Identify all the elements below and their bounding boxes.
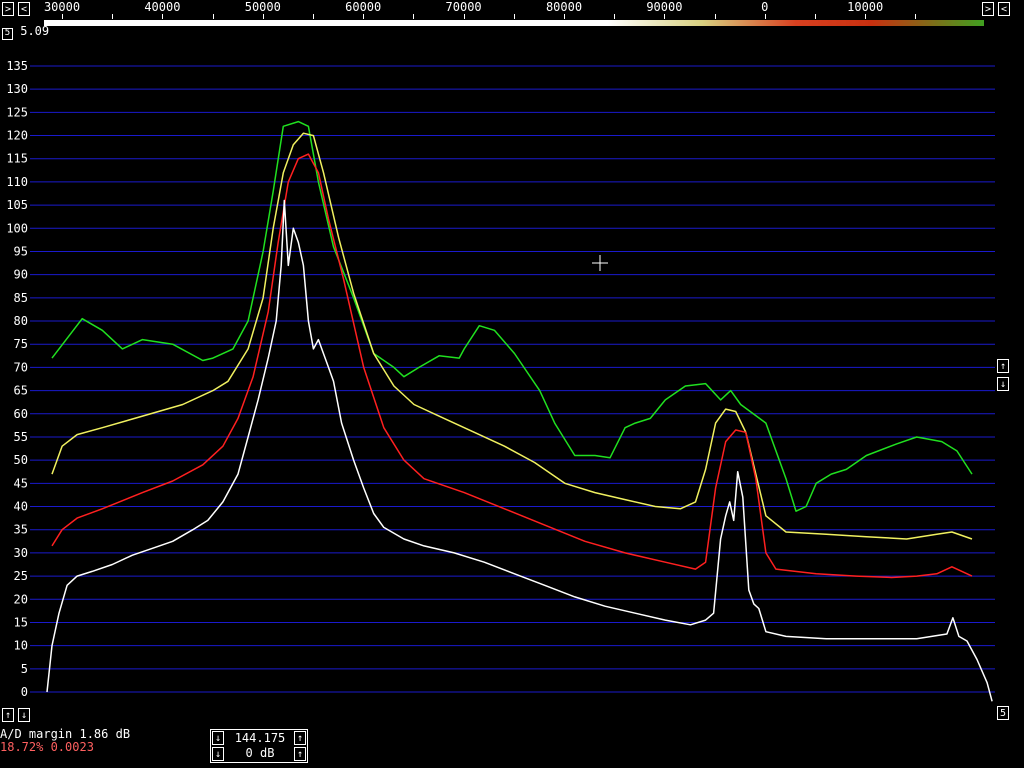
right-amp-up-button[interactable]: ↑ — [997, 359, 1009, 373]
y-tick-label: 60 — [14, 407, 28, 421]
percent-text: 18.72% 0.0023 — [0, 740, 94, 754]
y-tick-label: 15 — [14, 615, 28, 629]
y-tick-label: 110 — [6, 175, 28, 189]
freq-down-button[interactable]: ↓ — [212, 731, 224, 745]
y-tick-label: 40 — [14, 500, 28, 514]
left-up-button[interactable]: ↑ — [2, 708, 14, 722]
gain-down-button[interactable]: ↓ — [212, 747, 224, 761]
y-tick-label: 45 — [14, 476, 28, 490]
frequency-gain-control: ↓ 144.175 ↑ ↓ 0 dB ↑ — [210, 729, 308, 763]
y-tick-label: 105 — [6, 198, 28, 212]
frequency-value[interactable]: 144.175 — [225, 731, 295, 745]
y-tick-label: 125 — [6, 105, 28, 119]
y-tick-label: 135 — [6, 59, 28, 73]
y-tick-label: 80 — [14, 314, 28, 328]
y-tick-label: 5 — [21, 662, 28, 676]
freq-up-button[interactable]: ↑ — [294, 731, 306, 745]
ad-margin-text: A/D margin 1.86 dB — [0, 727, 131, 741]
gain-value[interactable]: 0 dB — [225, 746, 295, 760]
y-tick-label: 75 — [14, 337, 28, 351]
y-tick-label: 130 — [6, 82, 28, 96]
spectrum-series-line — [51, 132, 973, 540]
gain-up-button[interactable]: ↑ — [294, 747, 306, 761]
y-tick-label: 20 — [14, 592, 28, 606]
y-tick-label: 100 — [6, 221, 28, 235]
y-tick-label: 65 — [14, 384, 28, 398]
y-tick-label: 120 — [6, 129, 28, 143]
y-tick-label: 115 — [6, 152, 28, 166]
y-tick-label: 90 — [14, 268, 28, 282]
y-tick-label: 30 — [14, 546, 28, 560]
right-page-button[interactable]: 5 — [997, 706, 1009, 720]
y-tick-label: 35 — [14, 523, 28, 537]
y-tick-label: 0 — [21, 685, 28, 699]
spectrum-series-line — [46, 199, 993, 702]
y-tick-label: 10 — [14, 639, 28, 653]
y-tick-label: 55 — [14, 430, 28, 444]
spectrum-series-line — [51, 153, 973, 579]
y-tick-label: 70 — [14, 360, 28, 374]
y-tick-label: 25 — [14, 569, 28, 583]
right-amp-down-button[interactable]: ↓ — [997, 377, 1009, 391]
spectrum-series-line — [51, 120, 973, 512]
spectrum-chart[interactable]: 1351301251201151101051009590858075706560… — [0, 0, 1024, 768]
left-down-button[interactable]: ↓ — [18, 708, 30, 722]
y-tick-label: 95 — [14, 244, 28, 258]
y-tick-label: 50 — [14, 453, 28, 467]
y-tick-label: 85 — [14, 291, 28, 305]
